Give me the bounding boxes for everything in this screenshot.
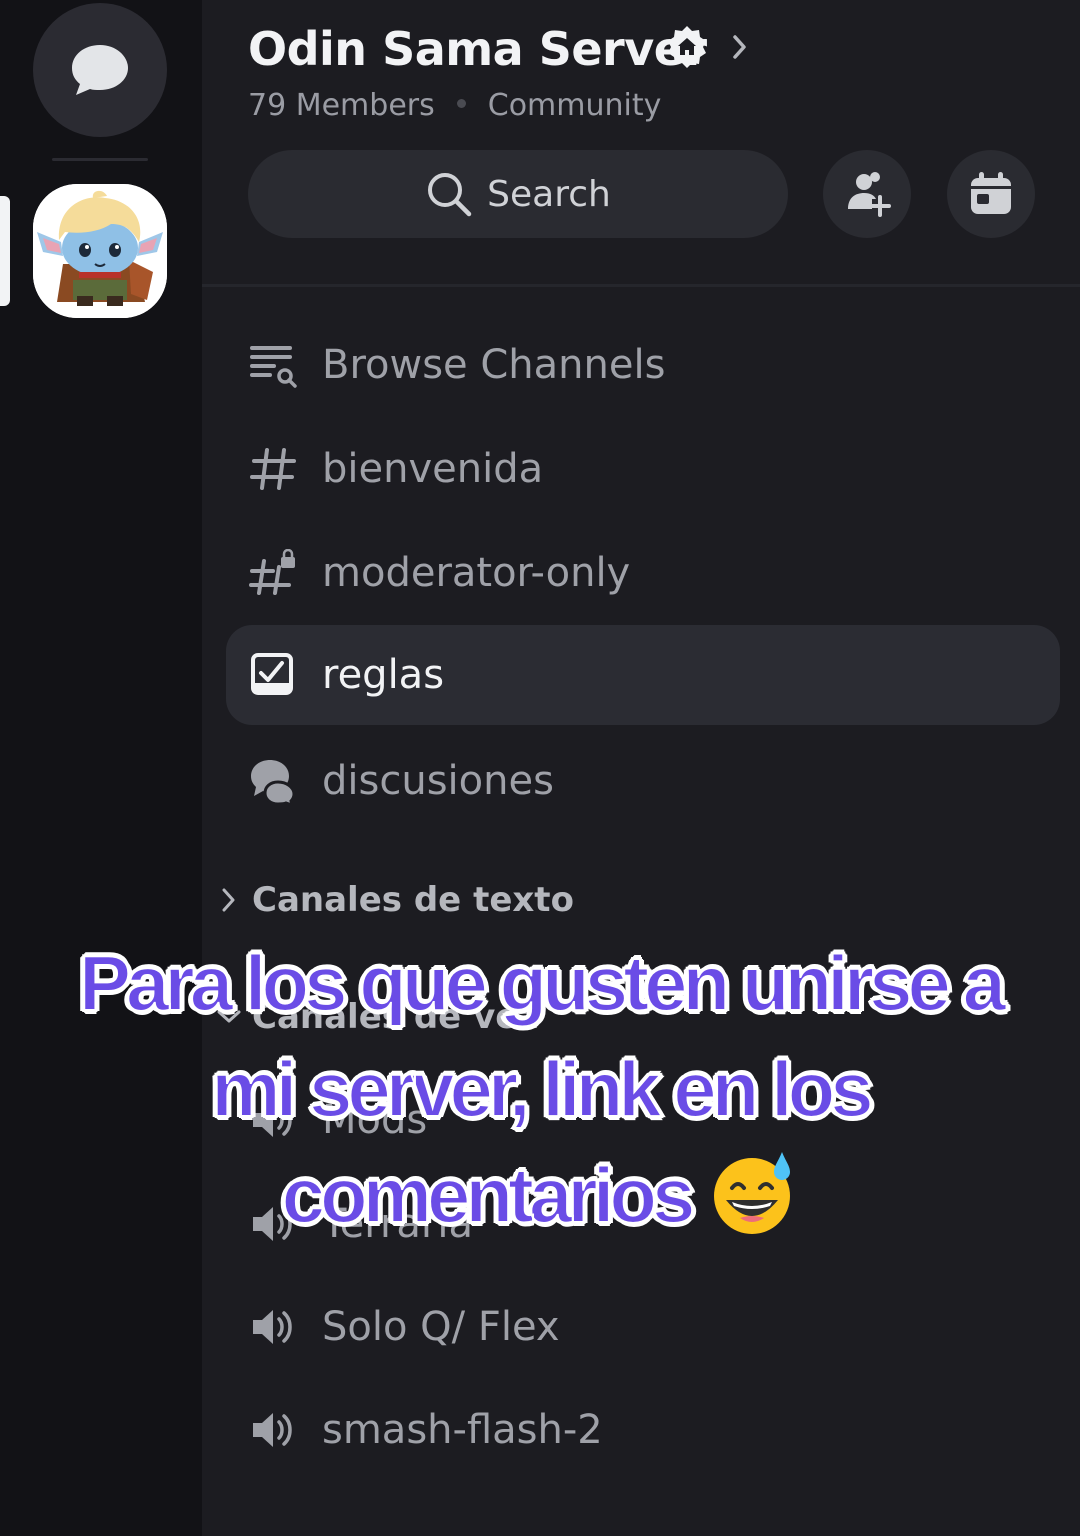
rail-divider: [52, 158, 148, 161]
caption-line-2: mi server, link en los: [210, 1044, 874, 1134]
rules-icon: [248, 650, 298, 700]
search-icon: [428, 173, 472, 217]
search-bar[interactable]: Search: [248, 150, 788, 238]
channel-discusiones[interactable]: discusiones: [226, 731, 1060, 831]
server-icon-odin-sama[interactable]: [33, 184, 167, 318]
locked-hash-icon: [248, 548, 298, 598]
caption-line-3: comentarios: [0, 1142, 1080, 1262]
category-canales-de-texto[interactable]: Canales de texto: [214, 880, 574, 920]
channel-reglas[interactable]: reglas: [226, 625, 1060, 725]
selected-server-indicator: [0, 196, 10, 306]
server-type: Community: [487, 88, 662, 123]
channel-label: moderator-only: [322, 550, 631, 596]
channel-label: bienvenida: [322, 446, 544, 492]
chevron-right-icon: [214, 887, 244, 913]
channel-label: Solo Q/ Flex: [322, 1304, 560, 1350]
grinning-face-with-sweat-emoji-icon: [708, 1150, 798, 1262]
browse-channels-icon: [248, 340, 298, 390]
events-button[interactable]: [947, 150, 1035, 238]
channel-label: smash-flash-2: [322, 1407, 603, 1453]
speaker-icon: [248, 1405, 298, 1455]
search-label: Search: [487, 173, 611, 215]
chat-bubble-icon: [72, 45, 128, 95]
voice-channel-smash-flash-2[interactable]: smash-flash-2: [226, 1380, 1060, 1480]
hash-icon: [248, 444, 298, 494]
server-avatar-image: [33, 184, 167, 318]
chevron-right-icon[interactable]: [731, 33, 749, 65]
speaker-icon: [248, 1302, 298, 1352]
category-label: Canales de texto: [252, 880, 574, 920]
add-user-icon: [848, 172, 891, 217]
calendar-icon: [971, 172, 1011, 214]
channel-label: reglas: [322, 652, 445, 698]
channel-browse-channels[interactable]: Browse Channels: [226, 315, 1060, 415]
channel-label: discusiones: [322, 758, 554, 804]
channel-moderator-only[interactable]: moderator-only: [226, 523, 1060, 623]
channel-bienvenida[interactable]: bienvenida: [226, 419, 1060, 519]
member-count: 79 Members: [248, 88, 435, 123]
forum-icon: [248, 756, 298, 806]
invite-members-button[interactable]: [823, 150, 911, 238]
caption-line-3-text: comentarios: [281, 1150, 697, 1240]
separator-dot: [456, 99, 466, 108]
direct-messages-button[interactable]: [33, 3, 167, 137]
channel-label: Browse Channels: [322, 342, 666, 388]
caption-line-1: Para los que gusten unirse a: [78, 938, 1007, 1028]
caption-overlay: Para los que gusten unirse a mi server, …: [0, 930, 1080, 1262]
server-meta: 79 Members Community: [248, 88, 661, 123]
voice-channel-solo-q-flex[interactable]: Solo Q/ Flex: [226, 1277, 1060, 1377]
community-badge-icon: [664, 24, 710, 74]
server-name[interactable]: Odin Sama Server: [248, 22, 707, 76]
header-divider: [202, 284, 1080, 287]
